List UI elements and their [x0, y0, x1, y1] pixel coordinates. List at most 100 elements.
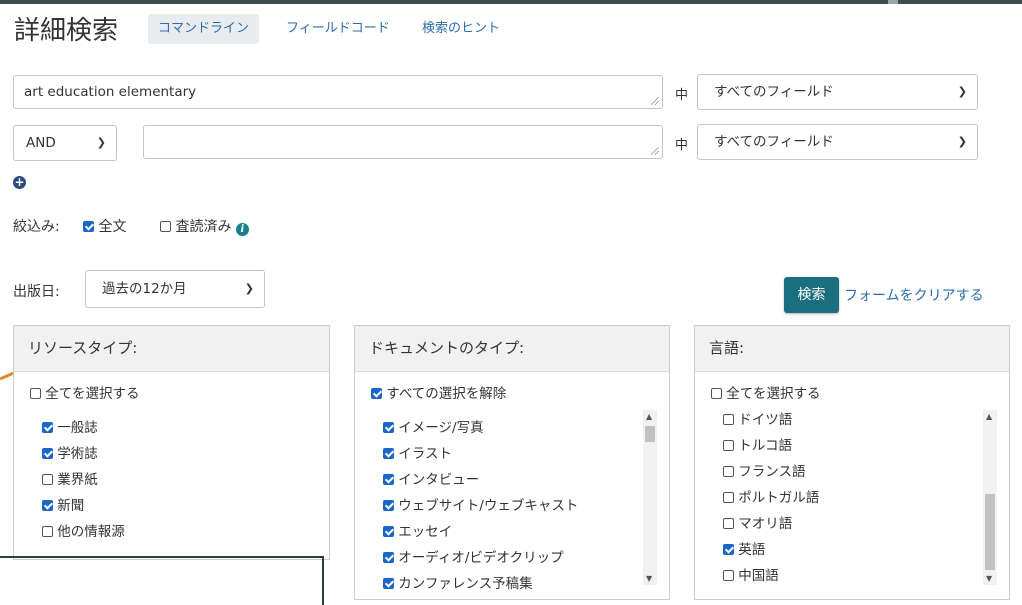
list-item[interactable]: 一般誌 [42, 416, 98, 436]
list-item[interactable]: イメージ/写真 [383, 416, 484, 436]
info-icon[interactable]: i [235, 223, 249, 236]
item-checkbox[interactable] [383, 526, 394, 537]
select-all-checkbox[interactable] [371, 388, 382, 399]
item-label: 新聞 [57, 498, 85, 514]
scrollbar-thumb[interactable] [985, 494, 995, 570]
item-label: マオリ語 [738, 516, 793, 532]
fulltext-label: 全文 [98, 219, 127, 235]
item-label: 中国語 [738, 568, 779, 584]
select-all-checkbox[interactable] [30, 388, 41, 399]
list-item[interactable]: ポルトガル語 [723, 486, 819, 506]
fulltext-checkbox[interactable] [83, 221, 94, 232]
in-label: 中 [675, 138, 689, 153]
item-label: イメージ/写真 [398, 420, 484, 436]
operator-value: AND [26, 135, 56, 151]
item-label: 他の情報源 [57, 524, 125, 540]
plus-circle-icon[interactable]: + [13, 176, 26, 189]
field-select-value: すべてのフィールド [714, 134, 834, 150]
item-label: イラスト [398, 446, 453, 462]
boolean-operator-select[interactable]: AND ❯ [13, 125, 117, 161]
peer-reviewed-checkbox[interactable] [160, 221, 171, 232]
list-item[interactable]: マオリ語 [723, 512, 792, 532]
page-title: 詳細検索 [14, 16, 119, 46]
scrollbar[interactable]: ▲ ▼ [983, 410, 997, 585]
deselect-all-option[interactable]: すべての選択を解除 [371, 382, 506, 402]
tab-search-tips[interactable]: 検索のヒント [422, 14, 500, 44]
item-checkbox[interactable] [723, 466, 734, 477]
list-item[interactable]: ウェブサイト/ウェブキャスト [383, 494, 578, 514]
item-checkbox[interactable] [42, 422, 53, 433]
item-checkbox[interactable] [383, 422, 394, 433]
scroll-up-icon[interactable]: ▲ [646, 412, 652, 421]
scroll-up-icon[interactable]: ▲ [986, 412, 992, 421]
panel-title: リソースタイプ: [14, 326, 329, 372]
search-button[interactable]: 検索 [784, 277, 839, 313]
scroll-down-icon[interactable]: ▼ [986, 574, 992, 583]
scrollbar[interactable]: ▲ ▼ [643, 410, 657, 585]
select-all-label: 全てを選択する [726, 386, 821, 402]
list-item[interactable]: トルコ語 [723, 434, 792, 454]
list-item[interactable]: 新聞 [42, 494, 84, 514]
item-checkbox[interactable] [723, 570, 734, 581]
list-item[interactable]: エッセイ [383, 520, 452, 540]
tab-field-codes[interactable]: フィールドコード [286, 14, 390, 44]
item-checkbox[interactable] [42, 526, 53, 537]
item-label: 学術誌 [57, 446, 98, 462]
chevron-down-icon: ❯ [96, 136, 106, 149]
item-checkbox[interactable] [723, 518, 734, 529]
item-label: 業界紙 [57, 472, 98, 488]
top-window-bar [0, 0, 1022, 4]
list-item[interactable]: 他の情報源 [42, 520, 125, 540]
panel-title: ドキュメントのタイプ: [355, 326, 669, 372]
peer-reviewed-option[interactable]: 査読済み i [160, 216, 249, 236]
resize-grip-icon [651, 147, 659, 155]
select-all-option[interactable]: 全てを選択する [30, 382, 140, 402]
item-label: ウェブサイト/ウェブキャスト [398, 498, 579, 514]
list-item[interactable]: インタビュー [383, 468, 479, 488]
item-label: カンファレンス予稿集 [398, 576, 533, 592]
list-item[interactable]: フランス語 [723, 460, 806, 480]
list-item[interactable]: 学術誌 [42, 442, 98, 462]
item-checkbox[interactable] [723, 414, 734, 425]
peer-reviewed-label: 査読済み [175, 219, 232, 235]
list-item[interactable]: ドイツ語 [723, 408, 792, 428]
window-control [888, 0, 898, 4]
search-term-input-2[interactable] [143, 125, 663, 159]
item-checkbox[interactable] [723, 440, 734, 451]
item-checkbox[interactable] [383, 578, 394, 589]
scroll-down-icon[interactable]: ▼ [646, 574, 652, 583]
item-label: トルコ語 [738, 438, 793, 454]
item-checkbox[interactable] [383, 448, 394, 459]
item-checkbox[interactable] [42, 448, 53, 459]
field-select-2[interactable]: すべてのフィールド ❯ [697, 124, 978, 160]
chevron-down-icon: ❯ [957, 85, 967, 98]
list-item[interactable]: 英語 [723, 538, 765, 558]
item-label: ドイツ語 [738, 412, 793, 428]
item-checkbox[interactable] [42, 474, 53, 485]
tab-command-line[interactable]: コマンドライン [148, 14, 260, 44]
overlay-window-edge [0, 556, 324, 605]
select-all-checkbox[interactable] [711, 388, 722, 399]
scrollbar-thumb[interactable] [645, 426, 655, 442]
list-item[interactable]: 中国語 [723, 564, 779, 584]
clear-form-link[interactable]: フォームをクリアする [844, 285, 984, 305]
item-checkbox[interactable] [383, 474, 394, 485]
list-item[interactable]: イラスト [383, 442, 452, 462]
select-all-label: 全てを選択する [45, 386, 140, 402]
field-select-value: すべてのフィールド [714, 84, 834, 100]
pub-date-label: 出版日: [13, 284, 60, 300]
item-checkbox[interactable] [723, 492, 734, 503]
item-checkbox[interactable] [42, 500, 53, 511]
item-checkbox[interactable] [383, 500, 394, 511]
resource-type-panel: リソースタイプ: 全てを選択する 一般誌 学術誌 業界紙 新聞 他の情報源 [13, 325, 330, 560]
search-term-input-1[interactable]: art education elementary [13, 75, 663, 109]
list-item[interactable]: 業界紙 [42, 468, 98, 488]
list-item[interactable]: カンファレンス予稿集 [383, 572, 533, 592]
field-select-1[interactable]: すべてのフィールド ❯ [697, 74, 978, 110]
select-all-option[interactable]: 全てを選択する [711, 382, 821, 402]
item-checkbox[interactable] [723, 544, 734, 555]
fulltext-option[interactable]: 全文 [83, 216, 126, 236]
list-item[interactable]: オーディオ/ビデオクリップ [383, 546, 564, 566]
pub-date-select[interactable]: 過去の12か月 ❯ [85, 270, 265, 308]
item-checkbox[interactable] [383, 552, 394, 563]
